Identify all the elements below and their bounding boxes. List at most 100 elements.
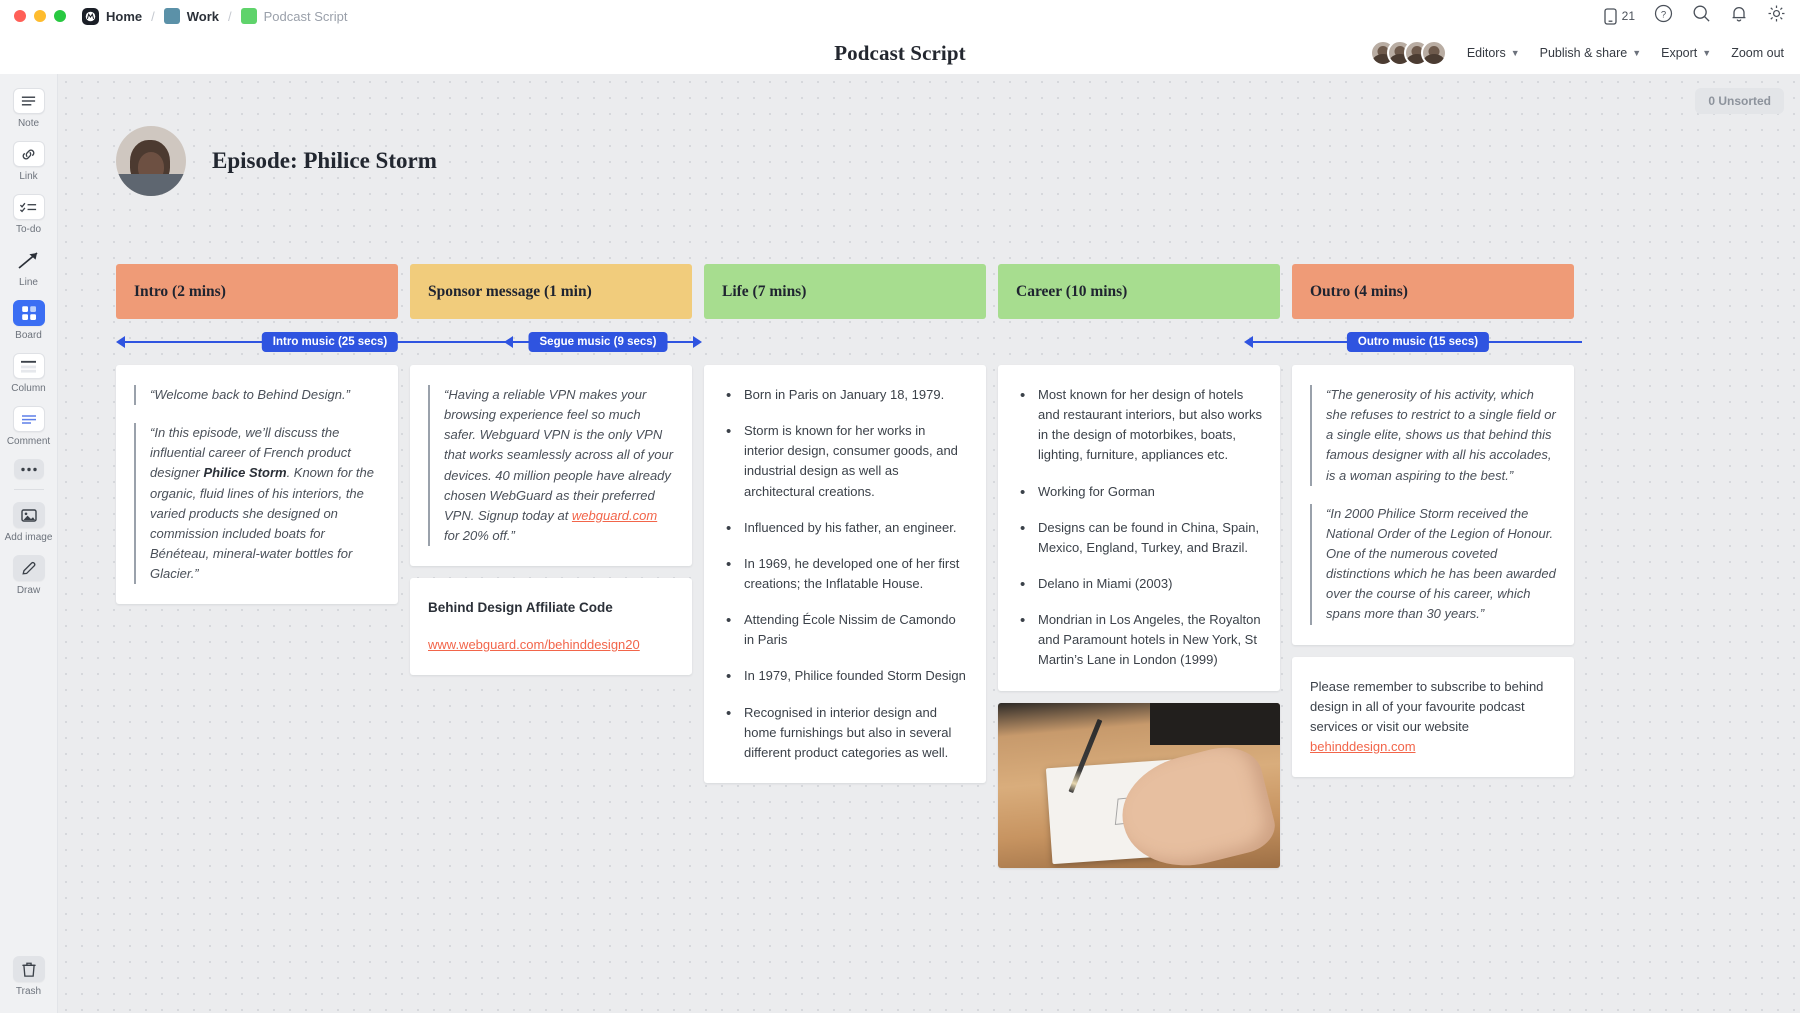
avatar[interactable] [1420, 40, 1447, 66]
sidebar-tool-label: Board [15, 330, 42, 341]
publish-label: Publish & share [1539, 46, 1628, 60]
gear-icon[interactable] [1767, 4, 1786, 28]
person-portrait-avatar [116, 126, 186, 196]
list-item: In 1979, Philice founded Storm Design [722, 665, 968, 688]
comment-icon [12, 406, 45, 432]
milanote-logo-icon [82, 7, 99, 25]
mobile-notifications-button[interactable]: 21 [1603, 7, 1635, 25]
arrow-label-intro-music[interactable]: Intro music (25 secs) [261, 332, 399, 352]
card-intro-script[interactable]: “Welcome back to Behind Design.” “In thi… [116, 365, 398, 605]
unsorted-badge[interactable]: 0 Unsorted [1695, 88, 1784, 114]
sidebar-tool-draw[interactable]: Draw [0, 555, 57, 596]
affiliate-link[interactable]: www.webguard.com/behinddesign20 [428, 637, 640, 652]
trash-icon [12, 956, 45, 982]
list-item: Most known for her design of hotels and … [1016, 384, 1262, 466]
arrow-label-outro-music[interactable]: Outro music (15 secs) [1346, 332, 1490, 352]
sidebar-divider [13, 489, 44, 490]
editors-menu-button[interactable]: Editors ▼ [1467, 46, 1520, 60]
column-header-career[interactable]: Career (10 mins) [998, 264, 1280, 319]
chevron-down-icon: ▼ [1510, 48, 1520, 58]
list-item: Working for Gorman [1016, 481, 1262, 504]
card-sponsor-script[interactable]: “Having a reliable VPN makes your browsi… [410, 365, 692, 567]
chevron-down-icon: ▼ [1702, 48, 1712, 58]
sidebar-tool-more[interactable] [0, 459, 57, 479]
card-career-notes[interactable]: Most known for her design of hotels and … [998, 365, 1280, 691]
sidebar-tool-note[interactable]: Note [0, 88, 57, 129]
sidebar-item-board[interactable]: Board [0, 300, 57, 341]
window-title-bar: Home / Work / Podcast Script 21 ? [0, 0, 1800, 32]
column-sponsor: Sponsor message (1 min) Segue music (9 s… [410, 264, 702, 880]
sidebar-tool-todo[interactable]: To-do [0, 194, 57, 235]
episode-title: Episode: Philice Storm [212, 148, 437, 173]
list-item: Delano in Miami (2003) [1016, 573, 1262, 596]
quote-block: “Having a reliable VPN makes your browsi… [428, 385, 674, 547]
bell-icon[interactable] [1730, 4, 1748, 28]
website-link[interactable]: behinddesign.com [1310, 739, 1416, 754]
editors-label: Editors [1466, 46, 1506, 60]
breadcrumb-item-work[interactable]: Work [163, 8, 219, 24]
zoom-out-label: Zoom out [1731, 46, 1784, 60]
sponsor-link[interactable]: webguard.com [572, 508, 657, 523]
minimize-window-button[interactable] [34, 10, 46, 22]
help-icon[interactable]: ? [1654, 4, 1673, 28]
list-item: Recognised in interior design and home f… [722, 702, 968, 763]
sidebar-tool-label: Link [19, 171, 38, 182]
column-career: Career (10 mins) Most known for her desi… [998, 264, 1280, 880]
sidebar-tool-link[interactable]: Link [0, 141, 57, 182]
list-item: Born in Paris on January 18, 1979. [722, 384, 968, 407]
sidebar-tool-label: Line [19, 277, 38, 288]
editor-avatars[interactable] [1369, 40, 1447, 66]
board-columns: Intro (2 mins) Intro music (25 secs) “We… [116, 264, 1582, 880]
note-icon [12, 88, 45, 114]
card-outro-quotes[interactable]: “The generosity of his activity, which s… [1292, 365, 1574, 645]
card-affiliate-code[interactable]: Behind Design Affiliate Code www.webguar… [410, 578, 692, 676]
hand-sketching-on-paper-photo[interactable] [998, 702, 1280, 868]
bullet-list: Most known for her design of hotels and … [1016, 384, 1262, 671]
publish-share-menu-button[interactable]: Publish & share ▼ [1540, 46, 1641, 60]
column-header-life[interactable]: Life (7 mins) [704, 264, 986, 319]
svg-text:?: ? [1661, 9, 1666, 20]
list-item: Mondrian in Los Angeles, the Royalton an… [1016, 609, 1262, 670]
breadcrumb-label-home: Home [106, 8, 143, 24]
quote-pre: “Having a reliable VPN makes your browsi… [444, 387, 674, 523]
breadcrumb-item-home[interactable]: Home [82, 7, 143, 25]
board-canvas[interactable]: 0 Unsorted Episode: Philice Storm Intro … [58, 74, 1800, 1013]
quote-block: “The generosity of his activity, which s… [1310, 385, 1556, 486]
arrow-row-life [704, 319, 986, 365]
sidebar-tool-comment[interactable]: Comment [0, 406, 57, 447]
search-icon[interactable] [1692, 4, 1711, 28]
breadcrumb-item-podcast-script[interactable]: Podcast Script [240, 8, 348, 24]
titlebar-actions: 21 ? [1603, 4, 1786, 28]
chevron-down-icon: ▼ [1632, 48, 1642, 58]
trash-label: Trash [15, 986, 42, 997]
sidebar-tool-label: Note [17, 118, 40, 129]
zoom-out-button[interactable]: Zoom out [1731, 46, 1784, 60]
sidebar-tool-add-image[interactable]: Add image [0, 502, 57, 543]
sidebar-tool-line[interactable]: Line [0, 247, 57, 288]
export-menu-button[interactable]: Export ▼ [1661, 46, 1711, 60]
link-icon [12, 141, 45, 167]
list-item: Storm is known for her works in interior… [722, 420, 968, 502]
arrow-label-segue-music[interactable]: Segue music (9 secs) [528, 332, 668, 352]
sidebar-tool-label: To-do [15, 224, 41, 235]
arrow-head-right [693, 336, 702, 348]
sidebar-tool-column[interactable]: Column [0, 353, 57, 394]
column-outro: Outro (4 mins) Outro music (15 secs) “Th… [1244, 264, 1582, 880]
card-title: Behind Design Affiliate Code [428, 600, 613, 616]
card-subscribe-note[interactable]: Please remember to subscribe to behind d… [1292, 656, 1574, 778]
card-life-notes[interactable]: Born in Paris on January 18, 1979. Storm… [704, 365, 986, 783]
breadcrumb-separator-1: / [151, 8, 155, 24]
quote-block: “In 2000 Philice Storm received the Nati… [1310, 503, 1556, 625]
breadcrumb-separator-2: / [228, 8, 232, 24]
quote-block: “Welcome back to Behind Design.” [134, 385, 380, 406]
sidebar-item-trash[interactable]: Trash [12, 956, 45, 997]
export-label: Export [1661, 46, 1698, 60]
column-header-outro[interactable]: Outro (4 mins) [1292, 264, 1574, 319]
column-header-sponsor[interactable]: Sponsor message (1 min) [410, 264, 692, 319]
column-header-intro[interactable]: Intro (2 mins) [116, 264, 398, 319]
mobile-icon [1603, 7, 1617, 25]
close-window-button[interactable] [14, 10, 26, 22]
breadcrumb-label-podcast-script: Podcast Script [263, 8, 348, 24]
maximize-window-button[interactable] [54, 10, 66, 22]
quote-post: . Known for the organic, fluid lines of … [150, 465, 375, 582]
